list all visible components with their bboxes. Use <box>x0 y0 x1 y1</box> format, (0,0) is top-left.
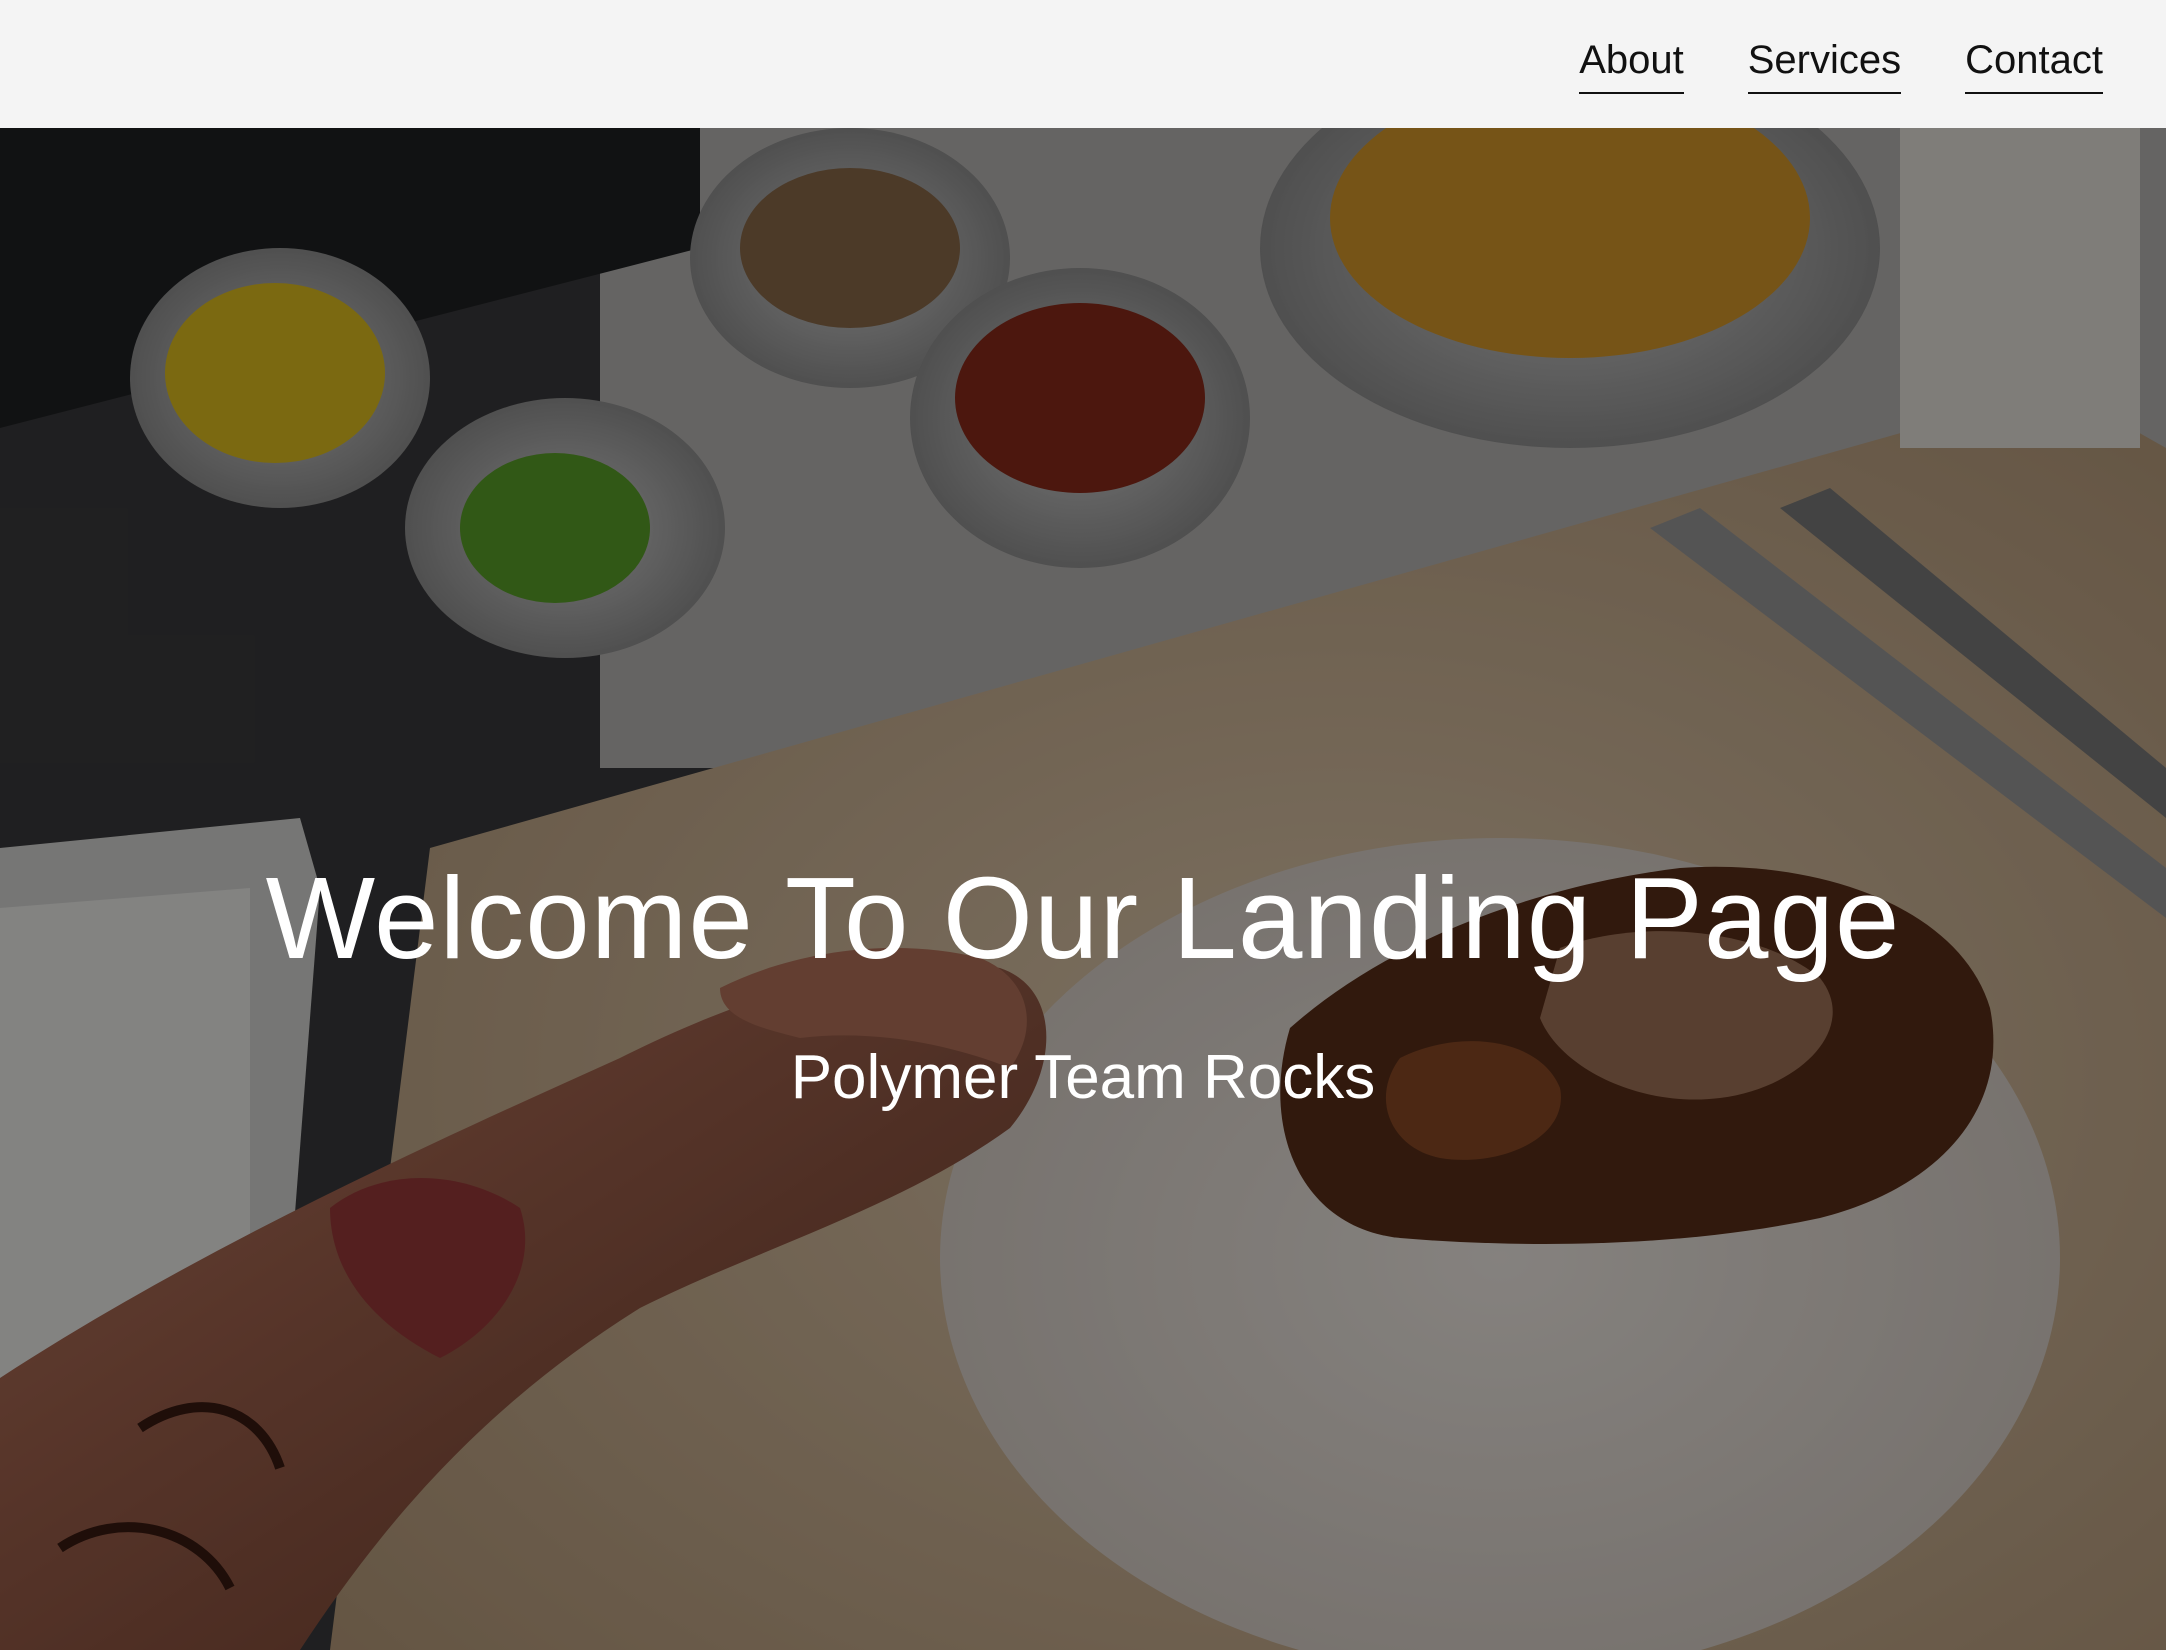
site-header: About Services Contact <box>0 0 2166 128</box>
hero-section: Welcome To Our Landing Page Polymer Team… <box>0 128 2166 1650</box>
main-nav: About Services Contact <box>1579 36 2103 94</box>
nav-link-about[interactable]: About <box>1579 36 1684 94</box>
nav-link-services[interactable]: Services <box>1747 36 1902 94</box>
hero-title: Welcome To Our Landing Page <box>265 853 1901 983</box>
hero-subtitle: Polymer Team Rocks <box>790 1043 1376 1112</box>
nav-link-contact[interactable]: Contact <box>1965 36 2103 94</box>
